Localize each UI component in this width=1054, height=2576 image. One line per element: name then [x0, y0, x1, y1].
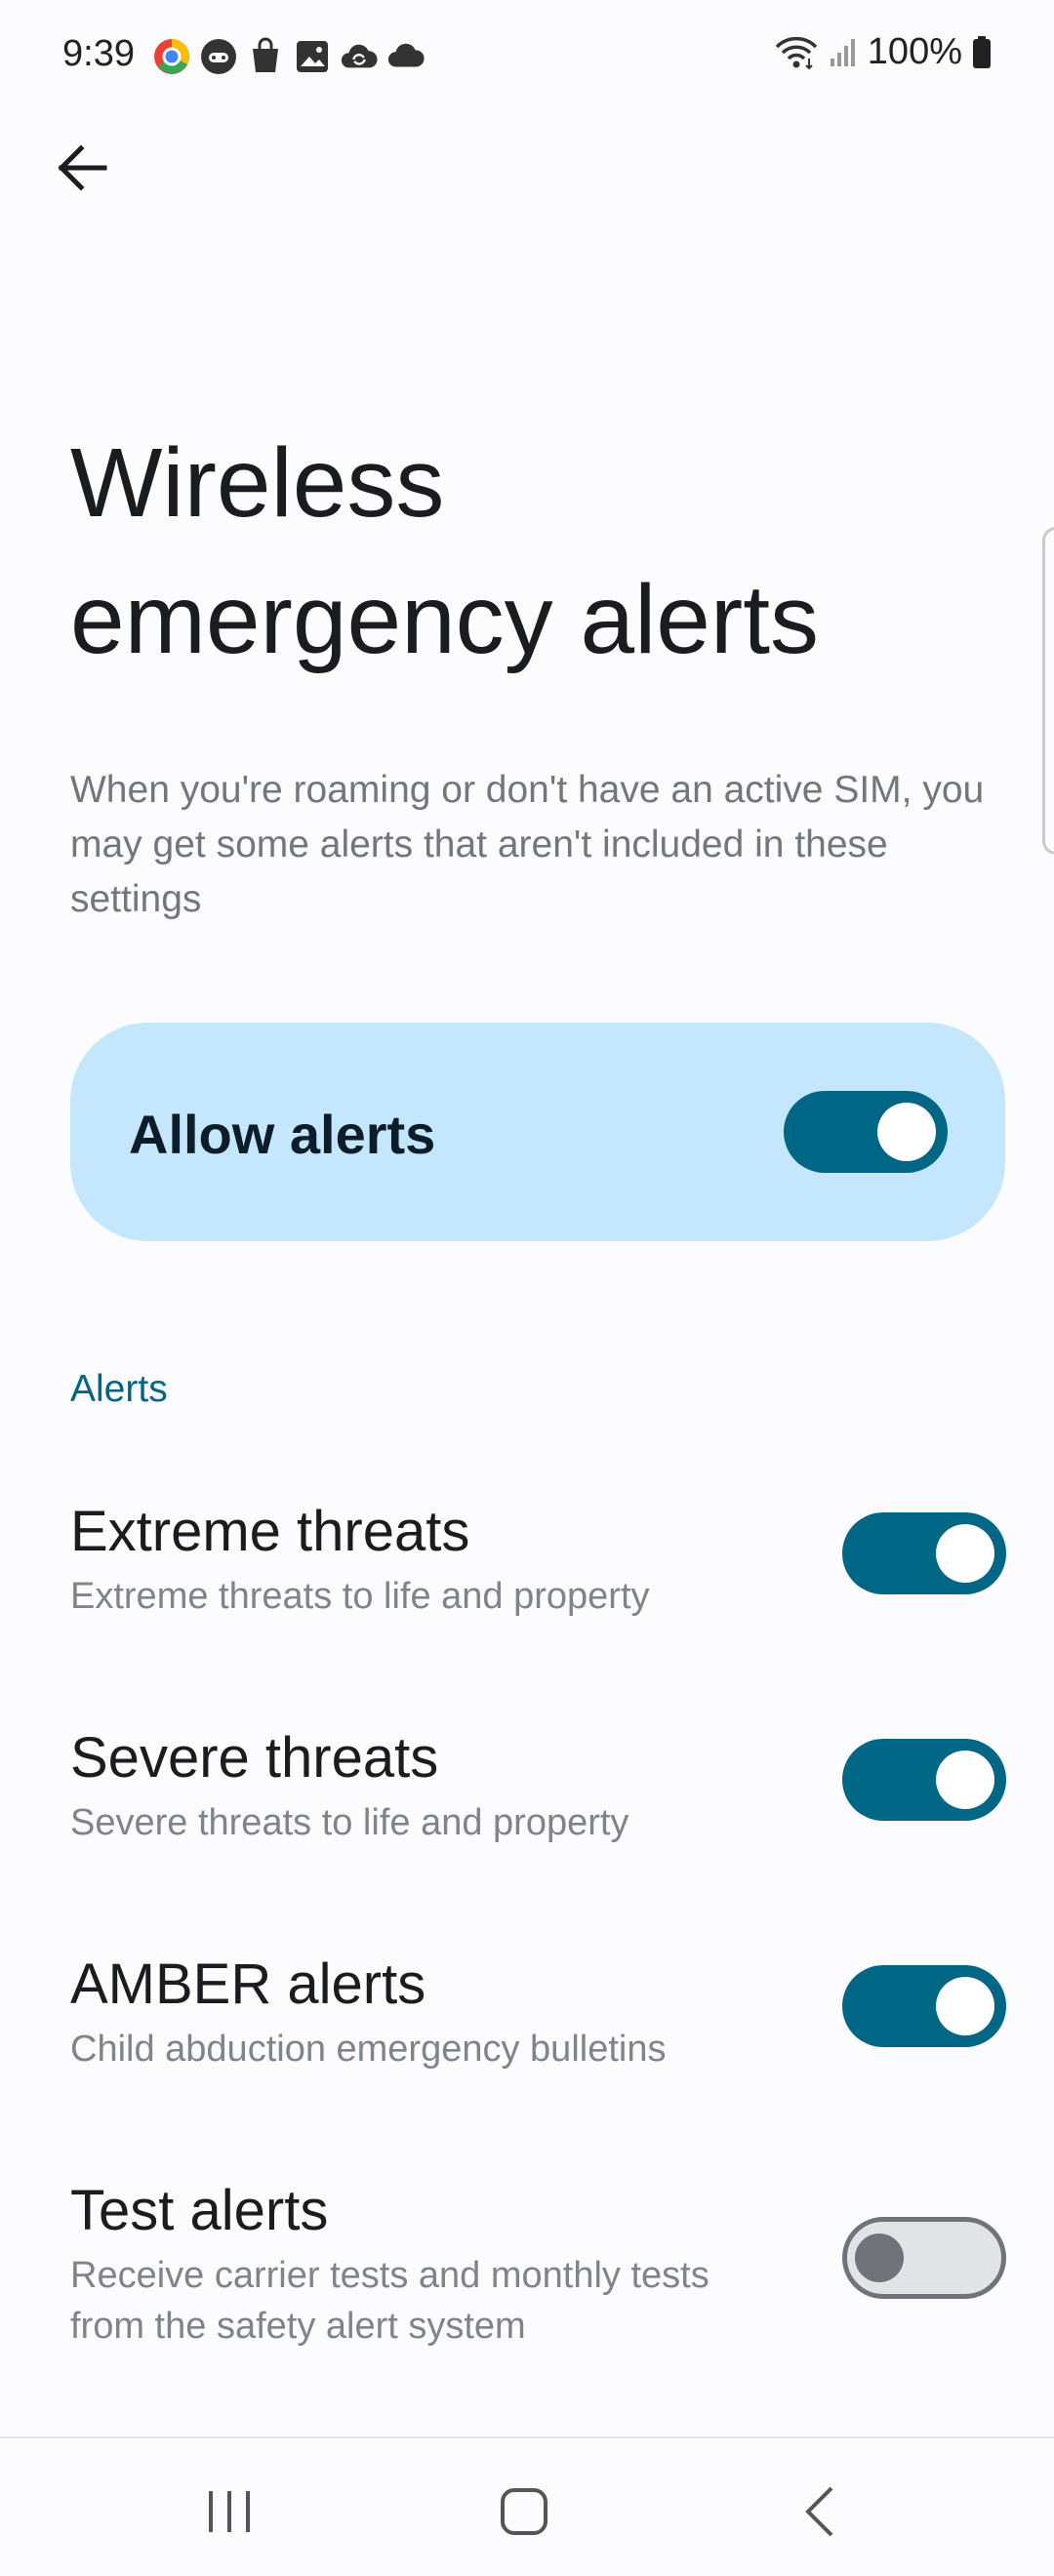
navigation-bar	[0, 2438, 1054, 2576]
alert-subtitle: Severe threats to life and property	[70, 1802, 629, 1843]
section-header-alerts: Alerts	[70, 1368, 168, 1410]
alert-title: Severe threats	[70, 1726, 439, 1790]
toggle-knob	[936, 1524, 994, 1583]
page-title: Wireless emergency alerts	[70, 415, 997, 688]
battery-icon	[972, 35, 992, 69]
status-time: 9:39	[62, 33, 135, 74]
alert-row-amber-alerts[interactable]: AMBER alerts Child abduction emergency b…	[0, 1936, 1054, 2131]
alert-row-extreme-threats[interactable]: Extreme threats Extreme threats to life …	[0, 1483, 1054, 1678]
allow-alerts-toggle[interactable]	[784, 1091, 948, 1173]
severe-threats-toggle[interactable]	[842, 1739, 1006, 1821]
amber-alerts-toggle[interactable]	[842, 1965, 1006, 2047]
nav-back-button[interactable]	[771, 2477, 869, 2546]
alert-row-test-alerts[interactable]: Test alerts Receive carrier tests and mo…	[0, 2162, 1054, 2357]
home-icon	[501, 2488, 547, 2535]
alert-title: Extreme threats	[70, 1500, 470, 1563]
toggle-knob	[855, 2234, 904, 2282]
status-right: 100%	[774, 31, 992, 73]
page-title-line1: Wireless	[70, 428, 445, 538]
test-alerts-toggle[interactable]	[842, 2217, 1006, 2299]
notification-icons	[152, 37, 426, 76]
status-bar: 9:39 100%	[0, 0, 1054, 107]
wifi-icon	[774, 33, 819, 72]
page-description: When you're roaming or don't have an act…	[70, 769, 985, 920]
recents-icon	[209, 2491, 250, 2532]
alert-title: AMBER alerts	[70, 1952, 426, 2016]
page-title-line2: emergency alerts	[70, 565, 819, 674]
recents-button[interactable]	[181, 2477, 278, 2546]
cloud-sync-icon	[340, 37, 379, 76]
back-icon	[805, 2486, 833, 2537]
shopping-bag-icon	[246, 37, 285, 76]
battery-percent: 100%	[867, 31, 962, 72]
alert-title: Test alerts	[70, 2179, 329, 2242]
allow-alerts-card[interactable]: Allow alerts	[70, 1023, 1005, 1241]
toggle-knob	[936, 1751, 994, 1809]
alert-subtitle: Receive carrier tests and monthly tests …	[70, 2255, 709, 2347]
signal-icon	[829, 37, 858, 68]
extreme-threats-toggle[interactable]	[842, 1512, 1006, 1594]
arrow-left-icon	[58, 144, 107, 191]
edge-panel-handle[interactable]	[1042, 527, 1054, 855]
toggle-knob	[936, 1977, 994, 2035]
alert-subtitle: Extreme threats to life and property	[70, 1576, 650, 1617]
alert-row-severe-threats[interactable]: Severe threats Severe threats to life an…	[0, 1710, 1054, 1905]
chrome-like-app-icon	[152, 37, 191, 76]
alert-subtitle: Child abduction emergency bulletins	[70, 2029, 667, 2070]
gallery-icon	[293, 37, 332, 76]
game-controller-icon	[199, 37, 238, 76]
back-button[interactable]	[43, 129, 121, 207]
toggle-knob	[877, 1103, 936, 1161]
allow-alerts-label: Allow alerts	[129, 1104, 436, 1165]
home-button[interactable]	[475, 2477, 573, 2546]
cloud-icon	[386, 37, 426, 76]
